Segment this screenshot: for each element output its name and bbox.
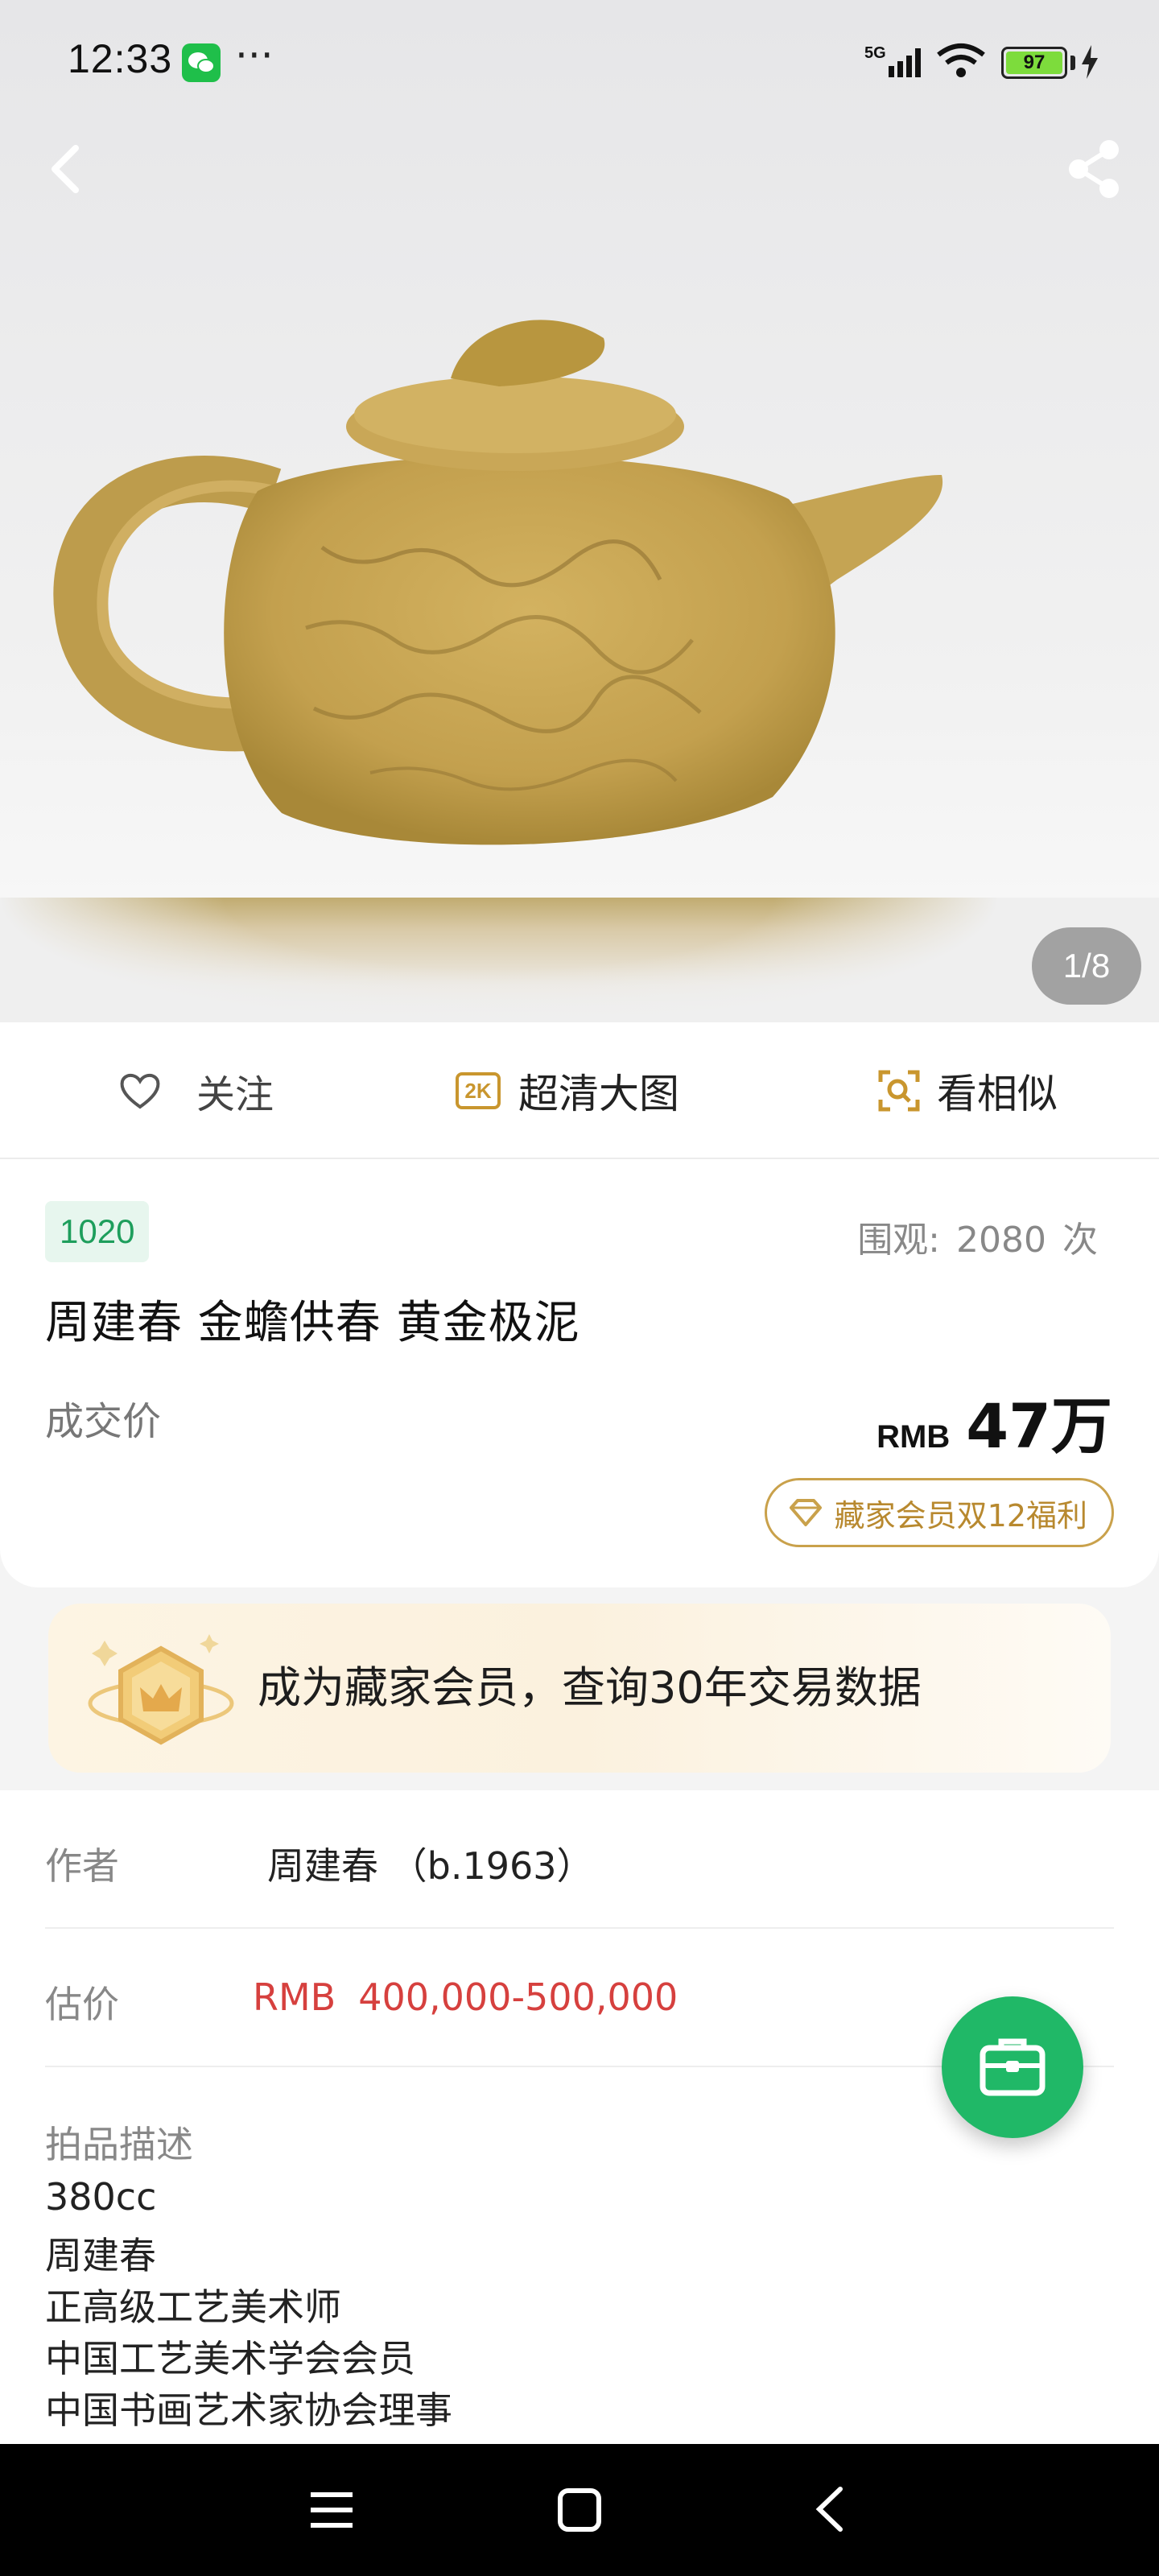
estimate-currency: RMB [253,1975,336,2019]
product-image-gallery[interactable]: 12:33 ··· 5G 97 1/8 [0,0,1159,1022]
hd-2k-icon: 2K [456,1072,501,1109]
view-count-label: 围观: [857,1220,941,1261]
hd-image-label: 超清大图 [518,1071,679,1117]
description-line: 中国书画艺术家协会理事 [45,2388,452,2432]
follow-button[interactable]: 关注 [119,1022,274,1159]
heart-icon [120,1073,160,1109]
battery-icon: 97 [1001,47,1067,79]
estimate-range: 400,000-500,000 [358,1975,678,2019]
view-count: 围观: 2080 次 [852,1211,1098,1262]
network-type-label: 5G [864,44,886,62]
share-button[interactable] [1062,137,1127,201]
price-currency: RMB [876,1419,951,1455]
image-page-indicator: 1/8 [1032,927,1141,1005]
home-icon[interactable] [555,2486,604,2534]
briefcase-icon [980,2038,1046,2096]
deal-price: RMB 47万 [876,1377,1112,1465]
crown-badge-icon [88,1634,234,1745]
recent-apps-icon[interactable] [309,2486,354,2534]
hd-image-button[interactable]: 2K 超清大图 [456,1022,679,1159]
share-icon [1069,140,1119,198]
estimate-label: 估价 [45,1983,119,2026]
lot-title: 周建春 金蟾供春 黄金极泥 [45,1297,580,1349]
scan-similar-icon [878,1070,920,1112]
view-count-unit: 次 [1062,1220,1098,1261]
lot-number-badge: 1020 [45,1201,150,1262]
description-line: 中国工艺美术学会会员 [45,2337,415,2380]
description-line: 正高级工艺美术师 [45,2285,341,2329]
status-time: 12:33 [68,36,173,81]
follow-label: 关注 [196,1072,274,1117]
estimate-value: RMB 400,000-500,000 [253,1975,678,2019]
member-benefit-button[interactable]: 藏家会员双12福利 [764,1478,1114,1547]
system-navigation-bar [0,2444,1159,2576]
price-value: 47万 [966,1390,1112,1462]
system-back-icon[interactable] [810,2484,850,2534]
diamond-icon [789,1499,822,1526]
membership-promo-banner[interactable]: 成为藏家会员，查询30年交易数据 [48,1604,1111,1773]
author-row: 作者 周建春 （b.1963） [45,1790,1114,1929]
description-line: 周建春 [45,2234,156,2277]
status-bar: 12:33 ··· 5G 97 [0,0,1159,121]
find-similar-button[interactable]: 看相似 [877,1022,1058,1159]
cellular-signal-icon: 5G [864,44,921,77]
teapot-image [53,320,943,845]
promo-text: 成为藏家会员，查询30年交易数据 [258,1662,922,1713]
chevron-left-icon [52,145,79,193]
deal-price-label: 成交价 [45,1399,162,1444]
image-action-bar: 关注 2K 超清大图 看相似 [0,1022,1159,1159]
consult-floating-button[interactable] [942,1996,1083,2138]
author-label: 作者 [45,1844,119,1888]
back-button[interactable] [39,137,95,201]
member-benefit-label: 藏家会员双12福利 [834,1497,1087,1534]
description-label: 拍品描述 [45,2123,193,2166]
lot-info-card: 1020 围观: 2080 次 周建春 金蟾供春 黄金极泥 成交价 RMB 47… [0,1159,1159,1587]
charging-icon [1082,45,1098,79]
more-notifications-icon: ··· [235,32,274,79]
author-value[interactable]: 周建春 （b.1963） [267,1837,594,1890]
find-similar-label: 看相似 [937,1071,1058,1117]
description-line: 380cc [45,2175,157,2219]
view-count-value: 2080 [956,1220,1046,1261]
wechat-notification-icon [182,43,221,82]
wifi-icon [937,43,985,77]
battery-level: 97 [1006,52,1062,74]
